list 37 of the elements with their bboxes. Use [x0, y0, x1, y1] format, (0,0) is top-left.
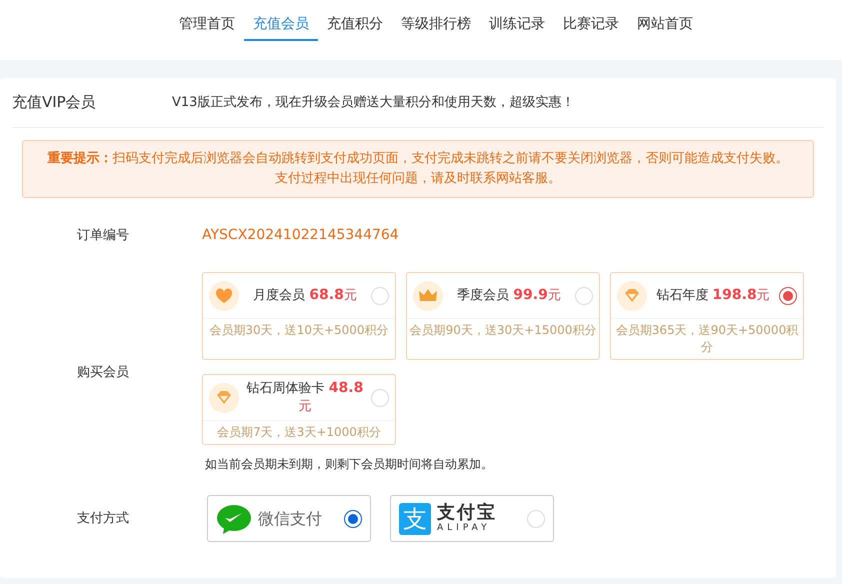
plan-option[interactable]: 钻石周体验卡 48.8 元 会员期7天，送3天+1000积分: [202, 374, 396, 445]
plan-label: 季度会员 99.9元: [456, 286, 562, 305]
nav-tab[interactable]: 充值积分: [318, 0, 392, 41]
alert-text: 重要提示：扫码支付完成后浏览器会自动跳转到支付成功页面，支付完成未跳转之前请不要关闭浏览器，否则可能造成支付失败。: [46, 150, 790, 168]
order-number: AYSCX20241022145344764: [202, 226, 399, 245]
radio-button[interactable]: [344, 510, 362, 528]
payment-name: 微信支付: [258, 508, 323, 530]
chat-bubble-icon: [216, 502, 252, 534]
announcement-text: V13版正式发布，现在升级会员赠送大量积分和使用天数，超级实惠！: [172, 94, 574, 112]
card-title: 充值VIP会员: [12, 92, 97, 114]
field-label: 购买会员: [76, 364, 130, 382]
plan-description: 会员期365天，送90天+50000积分: [614, 322, 800, 356]
nav-tab[interactable]: 充值会员: [244, 0, 318, 41]
nav-tab[interactable]: 训练记录: [480, 0, 554, 41]
field-label: 支付方式: [76, 510, 130, 528]
payment-option[interactable]: 微信支付: [207, 495, 371, 542]
plan-description: 会员期7天，送3天+1000积分: [216, 424, 382, 441]
plan-option[interactable]: 季度会员 99.9元 会员期90天，送30天+15000积分: [406, 272, 600, 360]
payment-name: 支付宝: [437, 503, 498, 523]
crown-icon: [413, 280, 443, 310]
nav-tab[interactable]: 网站首页: [628, 0, 702, 41]
radio-button[interactable]: [779, 286, 797, 304]
nav-tab[interactable]: 等级排行榜: [392, 0, 480, 41]
field-label: 订单编号: [76, 226, 130, 245]
alert-text: 支付过程中出现任何问题，请及时联系网站客服。: [274, 170, 562, 188]
plan-description: 会员期30天，送10天+5000积分: [208, 322, 390, 339]
plan-option[interactable]: 钻石年度 198.8元 会员期365天，送90天+50000积分: [610, 272, 804, 360]
payment-subtitle: ALIPAY: [437, 523, 492, 534]
nav-tab[interactable]: 比赛记录: [554, 0, 628, 41]
nav-tab[interactable]: 管理首页: [170, 0, 244, 41]
note-text: 如当前会员期未到期，则剩下会员期时间将自动累加。: [204, 456, 494, 473]
plan-label: 钻石周体验卡 48.8 元: [246, 379, 364, 416]
plan-description: 会员期90天，送30天+15000积分: [408, 322, 598, 339]
plan-label: 月度会员 68.8元: [252, 286, 358, 305]
plan-label: 钻石年度 198.8元: [655, 286, 771, 305]
alipay-logo-icon: 支: [399, 502, 431, 534]
plan-option[interactable]: 月度会员 68.8元 会员期30天，送10天+5000积分: [202, 272, 396, 360]
